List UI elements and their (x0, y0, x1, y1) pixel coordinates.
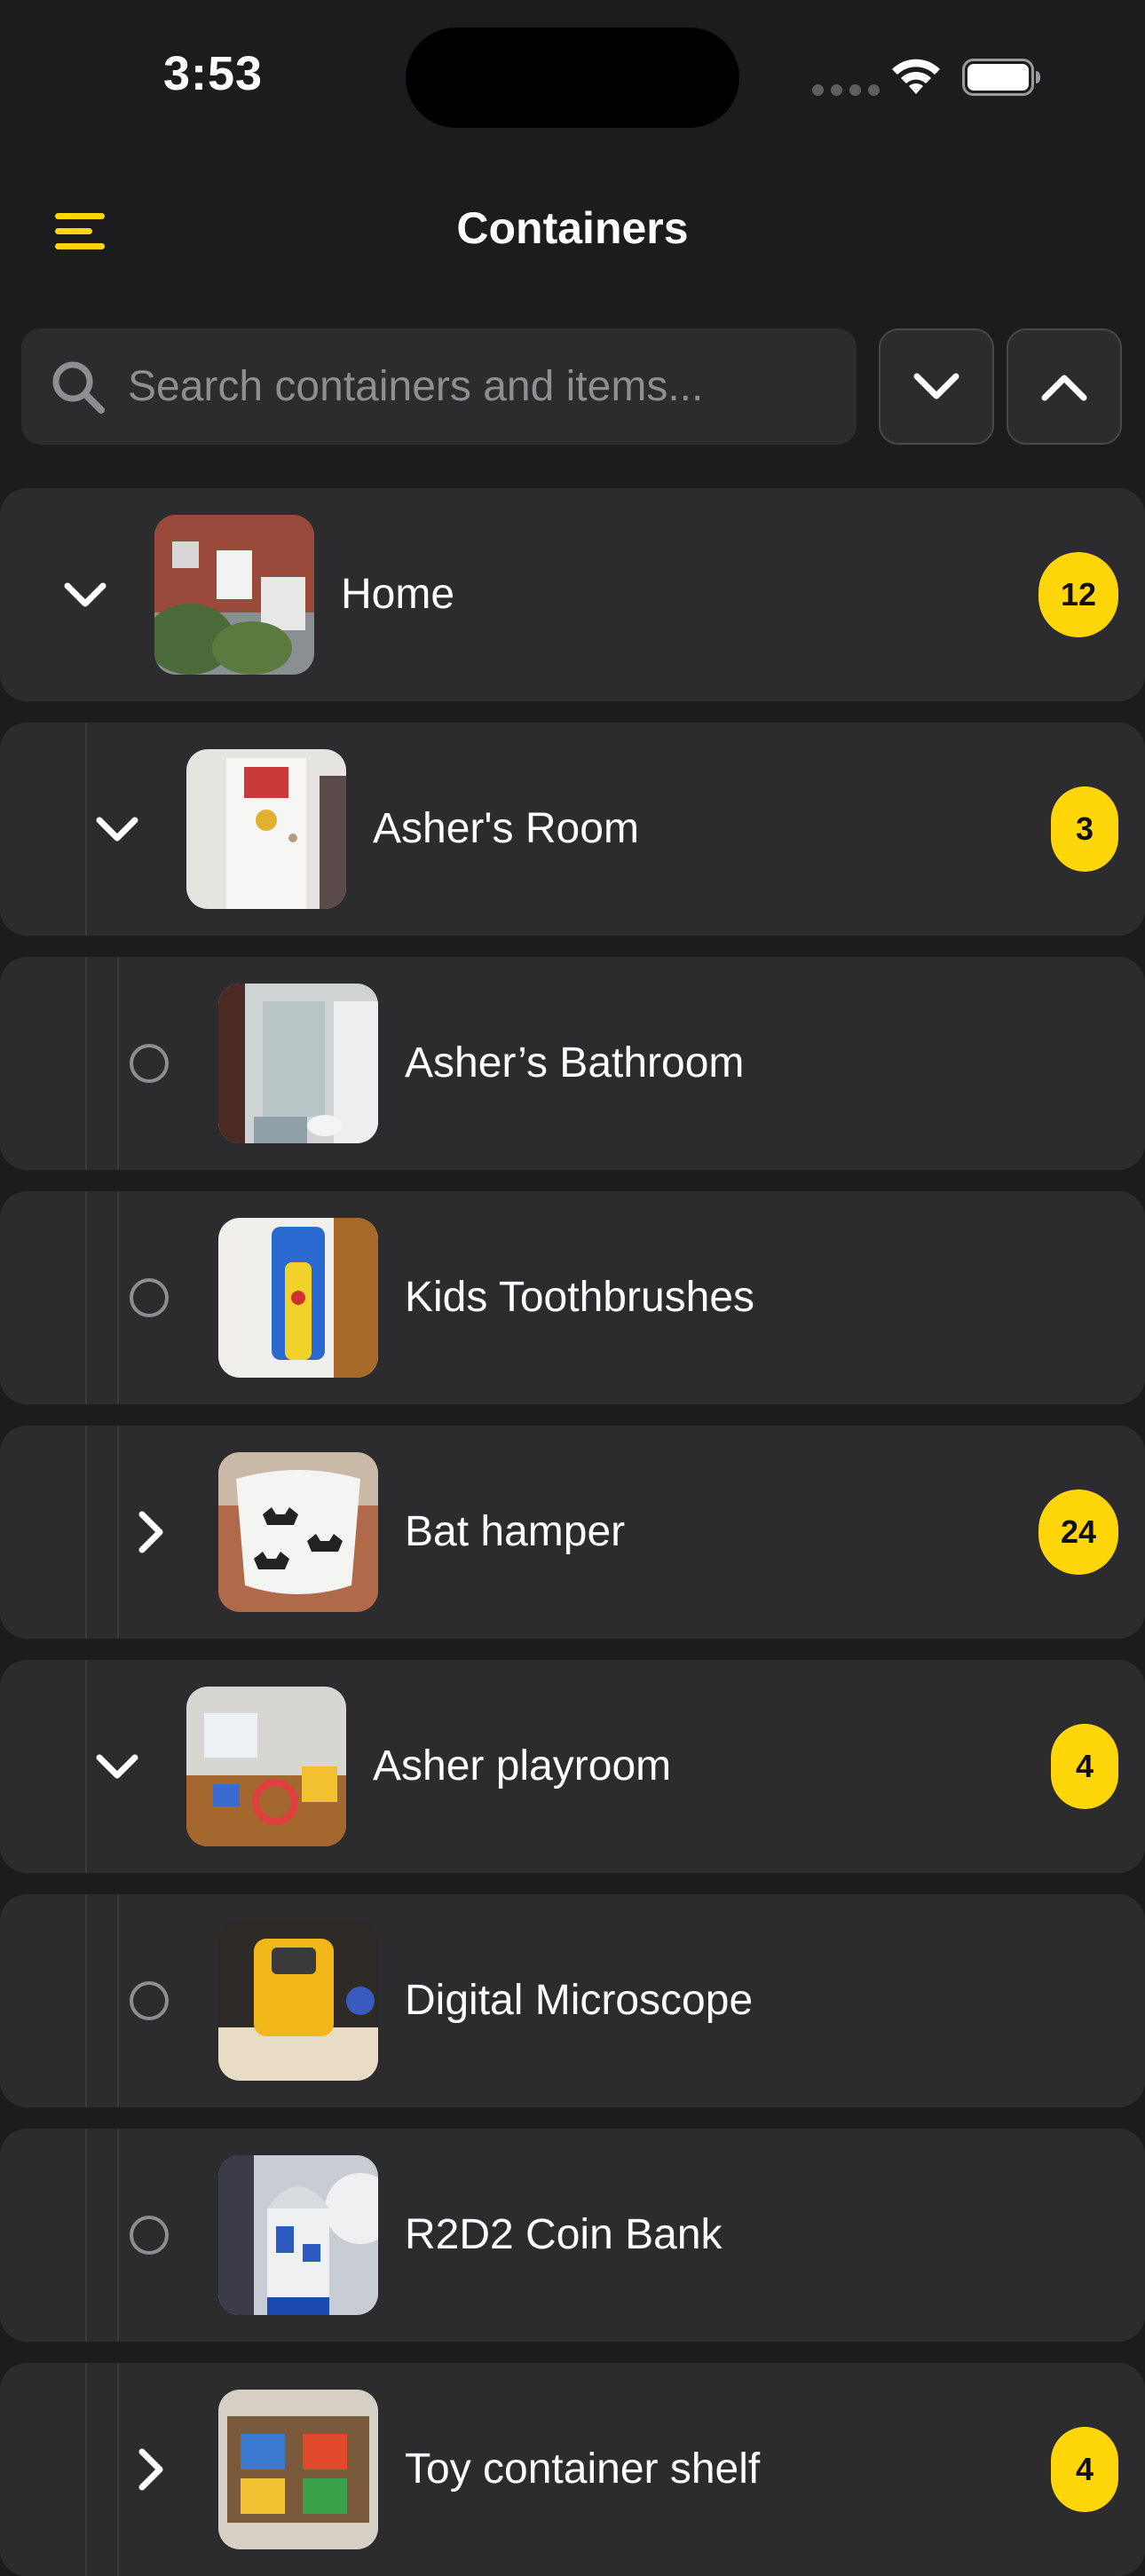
tree-guide-line (85, 1660, 87, 1873)
search-icon (52, 361, 105, 414)
page-title: Containers (456, 203, 689, 253)
count-badge: 12 (1038, 552, 1118, 637)
chevron-down-icon[interactable] (91, 802, 144, 856)
cellular-signal-icon (812, 84, 880, 96)
chevron-down-icon[interactable] (91, 1740, 144, 1793)
count-badge: 4 (1051, 2427, 1118, 2512)
container-thumbnail (218, 2155, 378, 2315)
chevron-right-icon[interactable] (124, 1505, 178, 1559)
tree-guide-line (117, 2363, 119, 2576)
tree-guide-line (85, 2363, 87, 2576)
container-thumbnail (154, 515, 314, 675)
chevron-right-icon[interactable] (124, 2443, 178, 2496)
select-radio[interactable] (130, 2216, 169, 2255)
container-label: Toy container shelf (405, 2446, 761, 2493)
collapse-all-button[interactable] (879, 328, 994, 445)
container-thumbnail (186, 749, 346, 909)
container-row[interactable]: Toy container shelf 4 (0, 2363, 1145, 2576)
container-row[interactable]: Digital Microscope (0, 1894, 1145, 2107)
search-bar[interactable] (21, 328, 857, 445)
tree-guide-line (85, 1191, 87, 1404)
container-row[interactable]: Kids Toothbrushes (0, 1191, 1145, 1404)
tree-guide-line (117, 2129, 119, 2342)
container-thumbnail (218, 1452, 378, 1612)
container-row[interactable]: Bat hamper 24 (0, 1426, 1145, 1639)
chevron-down-icon[interactable] (59, 568, 112, 621)
tree-guide-line (85, 1426, 87, 1639)
count-badge: 4 (1051, 1724, 1118, 1809)
wifi-icon (892, 59, 940, 94)
container-thumbnail (218, 984, 378, 1143)
container-row[interactable]: Asher's Room 3 (0, 723, 1145, 936)
count-badge: 24 (1038, 1489, 1118, 1575)
container-label: Asher’s Bathroom (405, 1039, 745, 1087)
container-label: R2D2 Coin Bank (405, 2211, 723, 2258)
battery-icon (962, 59, 1040, 96)
tree-guide-line (117, 1894, 119, 2107)
container-row[interactable]: R2D2 Coin Bank (0, 2129, 1145, 2342)
tree-guide-line (117, 1191, 119, 1404)
tree-guide-line (85, 723, 87, 936)
select-radio[interactable] (130, 1981, 169, 2020)
container-label: Kids Toothbrushes (405, 1274, 755, 1321)
search-input[interactable] (128, 328, 838, 445)
container-row[interactable]: Home 12 (0, 488, 1145, 701)
container-thumbnail (218, 1921, 378, 2081)
container-label: Asher playroom (373, 1742, 672, 1790)
tree-guide-line (117, 957, 119, 1170)
status-bar: 3:53 (0, 0, 1145, 151)
count-badge: 3 (1051, 786, 1118, 872)
container-row[interactable]: Asher’s Bathroom (0, 957, 1145, 1170)
container-label: Digital Microscope (405, 1977, 754, 2024)
container-row[interactable]: Asher playroom 4 (0, 1660, 1145, 1873)
chevron-down-icon (913, 373, 959, 399)
select-radio[interactable] (130, 1044, 169, 1083)
container-label: Home (341, 571, 455, 618)
status-time: 3:53 (163, 47, 264, 100)
dynamic-island (406, 28, 739, 128)
select-radio[interactable] (130, 1278, 169, 1317)
chevron-up-icon (1041, 375, 1087, 400)
tree-guide-line (85, 1894, 87, 2107)
tree-guide-line (117, 1426, 119, 1639)
container-label: Bat hamper (405, 1508, 626, 1555)
container-thumbnail (218, 2390, 378, 2549)
tree-guide-line (85, 957, 87, 1170)
container-thumbnail (186, 1687, 346, 1846)
container-label: Asher's Room (373, 805, 639, 852)
container-thumbnail (218, 1218, 378, 1378)
tree-guide-line (85, 2129, 87, 2342)
expand-all-button[interactable] (1007, 328, 1122, 445)
